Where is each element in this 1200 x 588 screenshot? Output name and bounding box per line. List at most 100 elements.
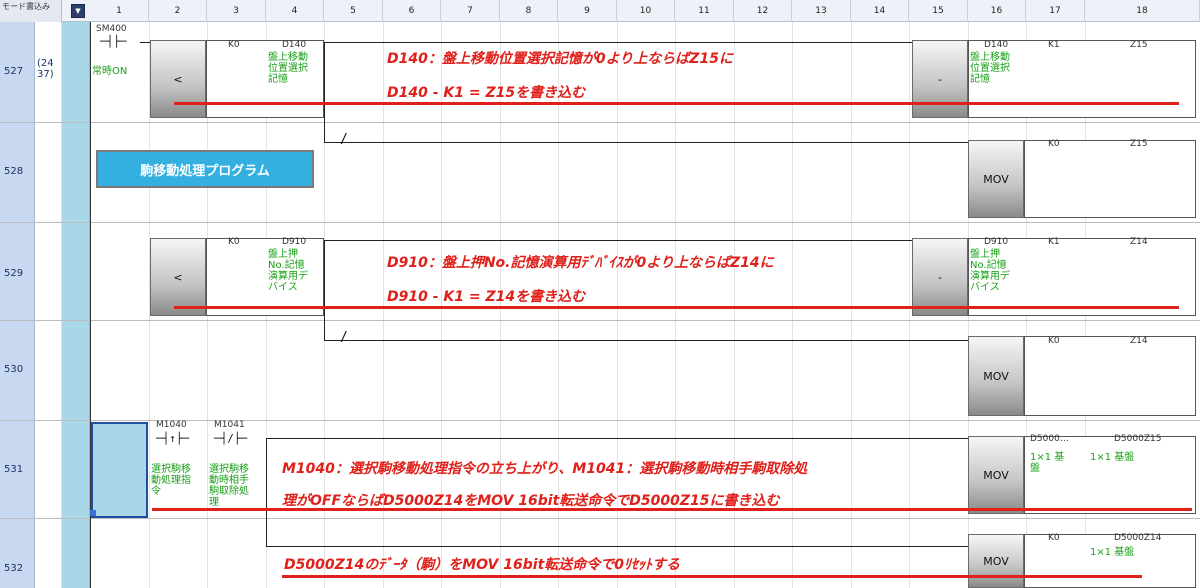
column-11[interactable]: 11 xyxy=(675,0,734,22)
annotation: D5000Z14のﾃﾞｰﾀ（駒）をMOV 16bit転送命令で0ﾘｾｯﾄする xyxy=(284,557,680,573)
operand-box xyxy=(1024,436,1196,514)
column-9[interactable]: 9 xyxy=(558,0,617,22)
column-15[interactable]: 15 xyxy=(909,0,968,22)
device-comment: 盤上押 No.記憶 演算用デ バイス xyxy=(970,249,1010,293)
compare-instruction[interactable]: < xyxy=(150,238,206,316)
wire xyxy=(324,42,912,43)
device-comment: 盤上移動 位置選択 記憶 xyxy=(268,52,308,85)
operand-label: D910 xyxy=(984,237,1009,247)
wire xyxy=(324,142,968,143)
annotation: D140 - K1 = Z15を書き込む xyxy=(387,85,586,101)
operand-label: Z14 xyxy=(1130,336,1148,346)
column-2[interactable]: 2 xyxy=(149,0,207,22)
device-comment: 選択駒移 動時相手 駒取除処 理 xyxy=(209,464,249,508)
column-12[interactable]: 12 xyxy=(734,0,792,22)
column-16[interactable]: 16 xyxy=(968,0,1026,22)
column-8[interactable]: 8 xyxy=(500,0,558,22)
wire xyxy=(266,438,267,546)
step-number-column: 527 528 529 530 531 532 xyxy=(0,22,35,588)
column-4[interactable]: 4 xyxy=(266,0,324,22)
annotation-underline xyxy=(152,508,1192,511)
step-number[interactable]: 527 xyxy=(4,66,23,77)
wire xyxy=(140,42,150,43)
row-divider xyxy=(0,518,1200,519)
column-5[interactable]: 5 xyxy=(324,0,383,22)
column-header: モード書込み ▼ 1 2 3 4 5 6 7 8 9 10 11 12 13 1… xyxy=(0,0,1200,22)
operand-label: D5000Z14 xyxy=(1114,533,1162,543)
annotation-underline xyxy=(282,575,1142,578)
grid-line xyxy=(851,22,852,588)
device-comment: 選択駒移 動処理指 令 xyxy=(151,464,191,497)
operand-label: D140 xyxy=(282,40,307,50)
mode-label: モード書込み xyxy=(0,0,62,22)
annotation: D140：盤上移動位置選択記憶が0より上ならばZ15に xyxy=(387,51,733,67)
mov-instruction[interactable]: MOV xyxy=(968,140,1024,218)
mov-instruction[interactable]: MOV xyxy=(968,436,1024,514)
wire xyxy=(324,42,325,142)
row-divider xyxy=(0,122,1200,123)
column-10[interactable]: 10 xyxy=(617,0,675,22)
negation-mark: / xyxy=(340,330,348,345)
program-title: 駒移動処理プログラム xyxy=(96,150,314,188)
operand-label: K1 xyxy=(1048,40,1060,50)
cursor-handle-icon[interactable] xyxy=(90,510,96,516)
step-number[interactable]: 532 xyxy=(4,563,23,574)
operand-label: Z15 xyxy=(1130,40,1148,50)
negation-mark: / xyxy=(340,132,348,147)
compare-instruction[interactable]: < xyxy=(150,40,206,118)
grid-line xyxy=(792,22,793,588)
device-comment: 常時ON xyxy=(92,66,128,77)
column-3[interactable]: 3 xyxy=(207,0,266,22)
left-power-rail-bar xyxy=(62,22,90,588)
device-comment: 1×1 基盤 xyxy=(1090,452,1135,463)
device-comment: 盤上移動 位置選択 記憶 xyxy=(970,52,1010,85)
step-note: (24 37) xyxy=(37,58,54,80)
operand-box xyxy=(1024,140,1196,218)
pointer-column: (24 37) xyxy=(35,22,62,588)
mov-instruction[interactable]: MOV xyxy=(968,534,1024,588)
step-number[interactable]: 528 xyxy=(4,166,23,177)
operand-box xyxy=(1024,336,1196,416)
operand-label: K0 xyxy=(1048,336,1060,346)
device-label: M1041 xyxy=(214,420,245,430)
step-number[interactable]: 530 xyxy=(4,364,23,375)
nc-contact[interactable]: ─┤/├─ xyxy=(214,432,247,445)
row-divider xyxy=(0,320,1200,321)
step-number[interactable]: 531 xyxy=(4,464,23,475)
wire xyxy=(324,240,325,340)
subtract-instruction[interactable]: - xyxy=(912,40,968,118)
annotation-underline xyxy=(174,306,1179,309)
device-comment: 1×1 基 盤 xyxy=(1030,452,1065,474)
row-divider xyxy=(0,222,1200,223)
annotation: M1040：選択駒移動処理指令の立ち上がり、M1041：選択駒移動時相手駒取除処 xyxy=(282,461,808,477)
operand-label: K1 xyxy=(1048,237,1060,247)
operand-label: D5000Z15 xyxy=(1114,434,1162,444)
chevron-down-icon[interactable]: ▼ xyxy=(71,4,85,18)
operand-label: Z14 xyxy=(1130,237,1148,247)
operand-label: Z15 xyxy=(1130,139,1148,149)
column-1[interactable]: 1 xyxy=(90,0,149,22)
annotation-underline xyxy=(174,102,1179,105)
column-17[interactable]: 17 xyxy=(1026,0,1085,22)
column-7[interactable]: 7 xyxy=(441,0,500,22)
no-contact[interactable]: ─┤├─ xyxy=(100,35,127,48)
rising-edge-contact[interactable]: ─┤↑├─ xyxy=(156,432,189,445)
wire xyxy=(324,340,968,341)
wire xyxy=(266,438,968,439)
wire xyxy=(266,546,968,547)
column-18[interactable]: 18 xyxy=(1085,0,1200,22)
step-number[interactable]: 529 xyxy=(4,268,23,279)
device-comment: 盤上押 No.記憶 演算用デ バイス xyxy=(268,249,308,293)
selected-cell-cursor[interactable] xyxy=(91,422,148,518)
column-13[interactable]: 13 xyxy=(792,0,851,22)
operand-label: K0 xyxy=(1048,533,1060,543)
device-label: SM400 xyxy=(96,24,127,34)
mov-instruction[interactable]: MOV xyxy=(968,336,1024,416)
column-14[interactable]: 14 xyxy=(851,0,909,22)
annotation: 理がOFFならばD5000Z14をMOV 16bit転送命令でD5000Z15に… xyxy=(282,493,780,509)
operand-label: K0 xyxy=(228,237,240,247)
operand-label: D910 xyxy=(282,237,307,247)
subtract-instruction[interactable]: - xyxy=(912,238,968,316)
device-label: M1040 xyxy=(156,420,187,430)
column-6[interactable]: 6 xyxy=(383,0,441,22)
